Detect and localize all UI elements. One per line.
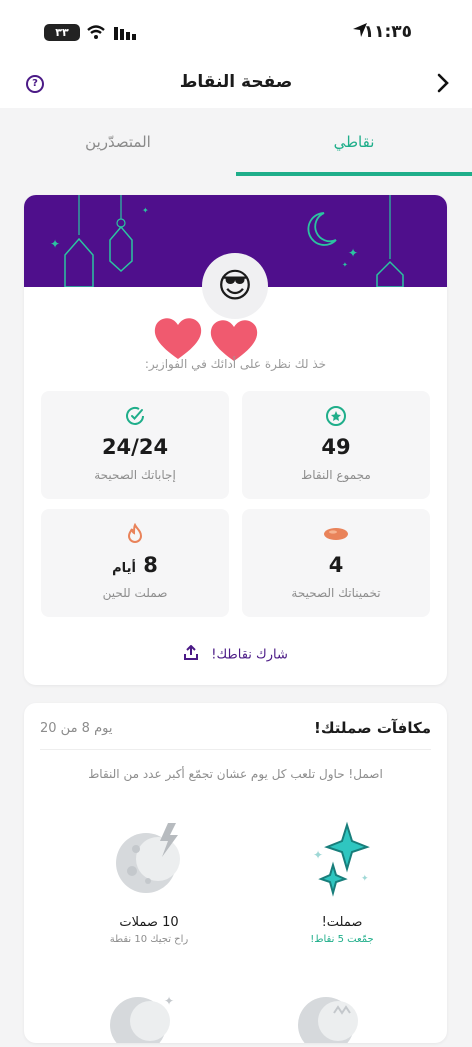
reward-item: 10 صملات راح تجيك 10 نقطة — [54, 819, 244, 945]
share-label: شارك نقاطك! — [211, 647, 288, 663]
correct-guesses-value: 4 — [328, 553, 344, 577]
correct-guesses-label: تخميناتك الصحيحة — [291, 586, 381, 600]
rewards-title: مكافآت صملتك! — [314, 719, 431, 737]
active-tab-indicator — [236, 172, 472, 176]
svg-text:✦: ✦ — [313, 848, 323, 862]
streak-value: 8 أيام — [41, 553, 229, 577]
battery-indicator: ٣٣ — [44, 24, 80, 41]
total-points-value: 49 — [321, 435, 351, 459]
back-chevron-icon[interactable] — [436, 72, 450, 98]
check-bubble-icon — [41, 405, 229, 431]
svg-text:✦: ✦ — [164, 994, 174, 1008]
tab-my-points[interactable]: نقاطي — [236, 108, 472, 176]
streak-unit: أيام — [112, 561, 136, 576]
day-progress: يوم 8 من 20 — [40, 721, 113, 736]
header: ? صفحة النقاط — [0, 60, 472, 108]
tab-bar: نقاطي المتصدّرين — [0, 108, 472, 176]
svg-text:✦: ✦ — [142, 206, 149, 215]
moon-lightning-icon — [54, 819, 244, 903]
total-points-label: مجموع النقاط — [301, 468, 371, 482]
signal-icon — [114, 24, 138, 44]
location-arrow-icon — [352, 22, 368, 42]
share-points-button[interactable]: شارك نقاطك! — [24, 644, 447, 665]
svg-text:✦: ✦ — [342, 261, 348, 269]
flame-icon — [41, 522, 229, 549]
status-time: ١١:٣٥ — [363, 22, 412, 42]
reward-sub: راح تجيك 10 نقطة — [109, 934, 189, 945]
moon-icon: ✦ — [106, 993, 176, 1047]
divider — [40, 749, 431, 750]
reward-name: 10 صملات — [119, 915, 179, 930]
streak-rewards-card: مكافآت صملتك! يوم 8 من 20 اصمل! حاول تلع… — [24, 703, 447, 1047]
reward-sub: جمّعت 5 نقاط! — [310, 934, 374, 945]
performance-subtitle: خذ لك نظرة على أدائك في الفوازير: — [144, 357, 327, 371]
streak-number: 8 — [143, 553, 158, 577]
correct-answers-label: إجاباتك الصحيحة — [94, 468, 176, 482]
stat-correct-guesses: 4 تخميناتك الصحيحة — [242, 509, 430, 617]
date-fruit-icon — [242, 523, 430, 549]
rewards-description: اصمل! حاول تلعب كل يوم عشان تجمّع أكبر ع… — [88, 767, 383, 781]
moon-icon — [294, 993, 364, 1047]
sparkle-stars-icon: ✦ ✦ — [247, 819, 437, 903]
svg-text:✦: ✦ — [348, 246, 358, 260]
wifi-icon — [86, 24, 106, 44]
page-title: صفحة النقاط — [179, 72, 293, 92]
svg-text:✦: ✦ — [361, 874, 369, 884]
star-badge-icon — [242, 405, 430, 431]
share-icon — [183, 644, 199, 665]
streak-label: صملت للحين — [102, 586, 168, 600]
avatar: 😎 — [202, 253, 268, 319]
stat-total-points: 49 مجموع النقاط — [242, 391, 430, 499]
stat-correct-answers: 24/24 إجاباتك الصحيحة — [41, 391, 229, 499]
points-summary-card: ✦ ✦ ✦ ✦ 😎 هلا خذ لك نظرة على أدائك في ال… — [24, 195, 447, 685]
tab-leaderboard[interactable]: المتصدّرين — [0, 108, 236, 176]
svg-text:✦: ✦ — [50, 237, 60, 251]
stat-streak: 8 أيام صملت للحين — [41, 509, 229, 617]
correct-answers-value: 24/24 — [101, 435, 169, 459]
reward-name: صملت! — [321, 915, 363, 930]
reward-item: ✦ ✦ صملت! جمّعت 5 نقاط! — [247, 819, 437, 945]
